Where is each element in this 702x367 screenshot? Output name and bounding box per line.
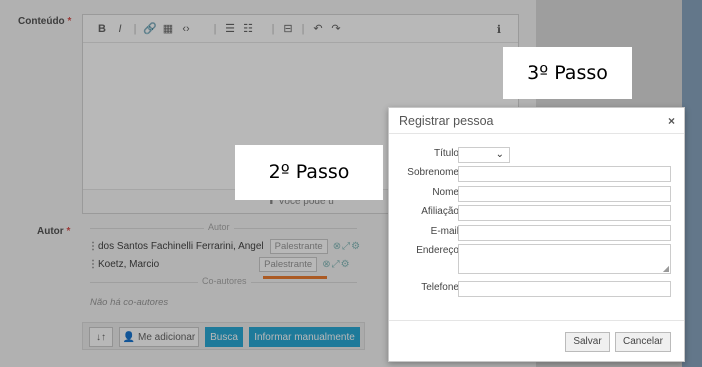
endereco-row: Endereço ◢	[389, 244, 686, 274]
titulo-label: Título	[433, 148, 459, 159]
email-input[interactable]	[458, 225, 671, 241]
endereco-label: Endereço	[416, 245, 459, 256]
dialog-footer	[389, 320, 684, 321]
nome-row: Nome	[389, 186, 686, 202]
chevron-down-icon: ⌄	[495, 149, 504, 160]
sobrenome-row: Sobrenome	[389, 166, 686, 182]
step3-callout: 3º Passo	[503, 47, 632, 99]
sobrenome-label: Sobrenome	[407, 167, 459, 178]
save-button[interactable]: Salvar	[565, 332, 610, 352]
telefone-label: Telefone	[421, 282, 459, 293]
cancel-button[interactable]: Cancelar	[615, 332, 671, 352]
afiliacao-label: Afiliação	[421, 206, 459, 217]
resize-handle-icon[interactable]: ◢	[663, 264, 669, 273]
titulo-row: Título ⌄	[389, 147, 686, 163]
step2-callout: 2º Passo	[235, 145, 383, 200]
sobrenome-input[interactable]	[458, 166, 671, 182]
register-person-dialog: Registrar pessoa × Título ⌄ Sobrenome No…	[388, 107, 685, 362]
email-row: E-mail	[389, 225, 686, 241]
endereco-textarea[interactable]: ◢	[458, 244, 671, 274]
email-label: E-mail	[430, 226, 459, 237]
afiliacao-row: Afiliação	[389, 205, 686, 221]
close-icon[interactable]: ×	[668, 114, 675, 128]
titulo-select[interactable]: ⌄	[458, 147, 510, 163]
telefone-input[interactable]	[458, 281, 671, 297]
dialog-header: Registrar pessoa ×	[389, 108, 684, 134]
dialog-title: Registrar pessoa	[399, 114, 494, 128]
nome-label: Nome	[432, 187, 459, 198]
afiliacao-input[interactable]	[458, 205, 671, 221]
telefone-row: Telefone	[389, 281, 686, 297]
nome-input[interactable]	[458, 186, 671, 202]
